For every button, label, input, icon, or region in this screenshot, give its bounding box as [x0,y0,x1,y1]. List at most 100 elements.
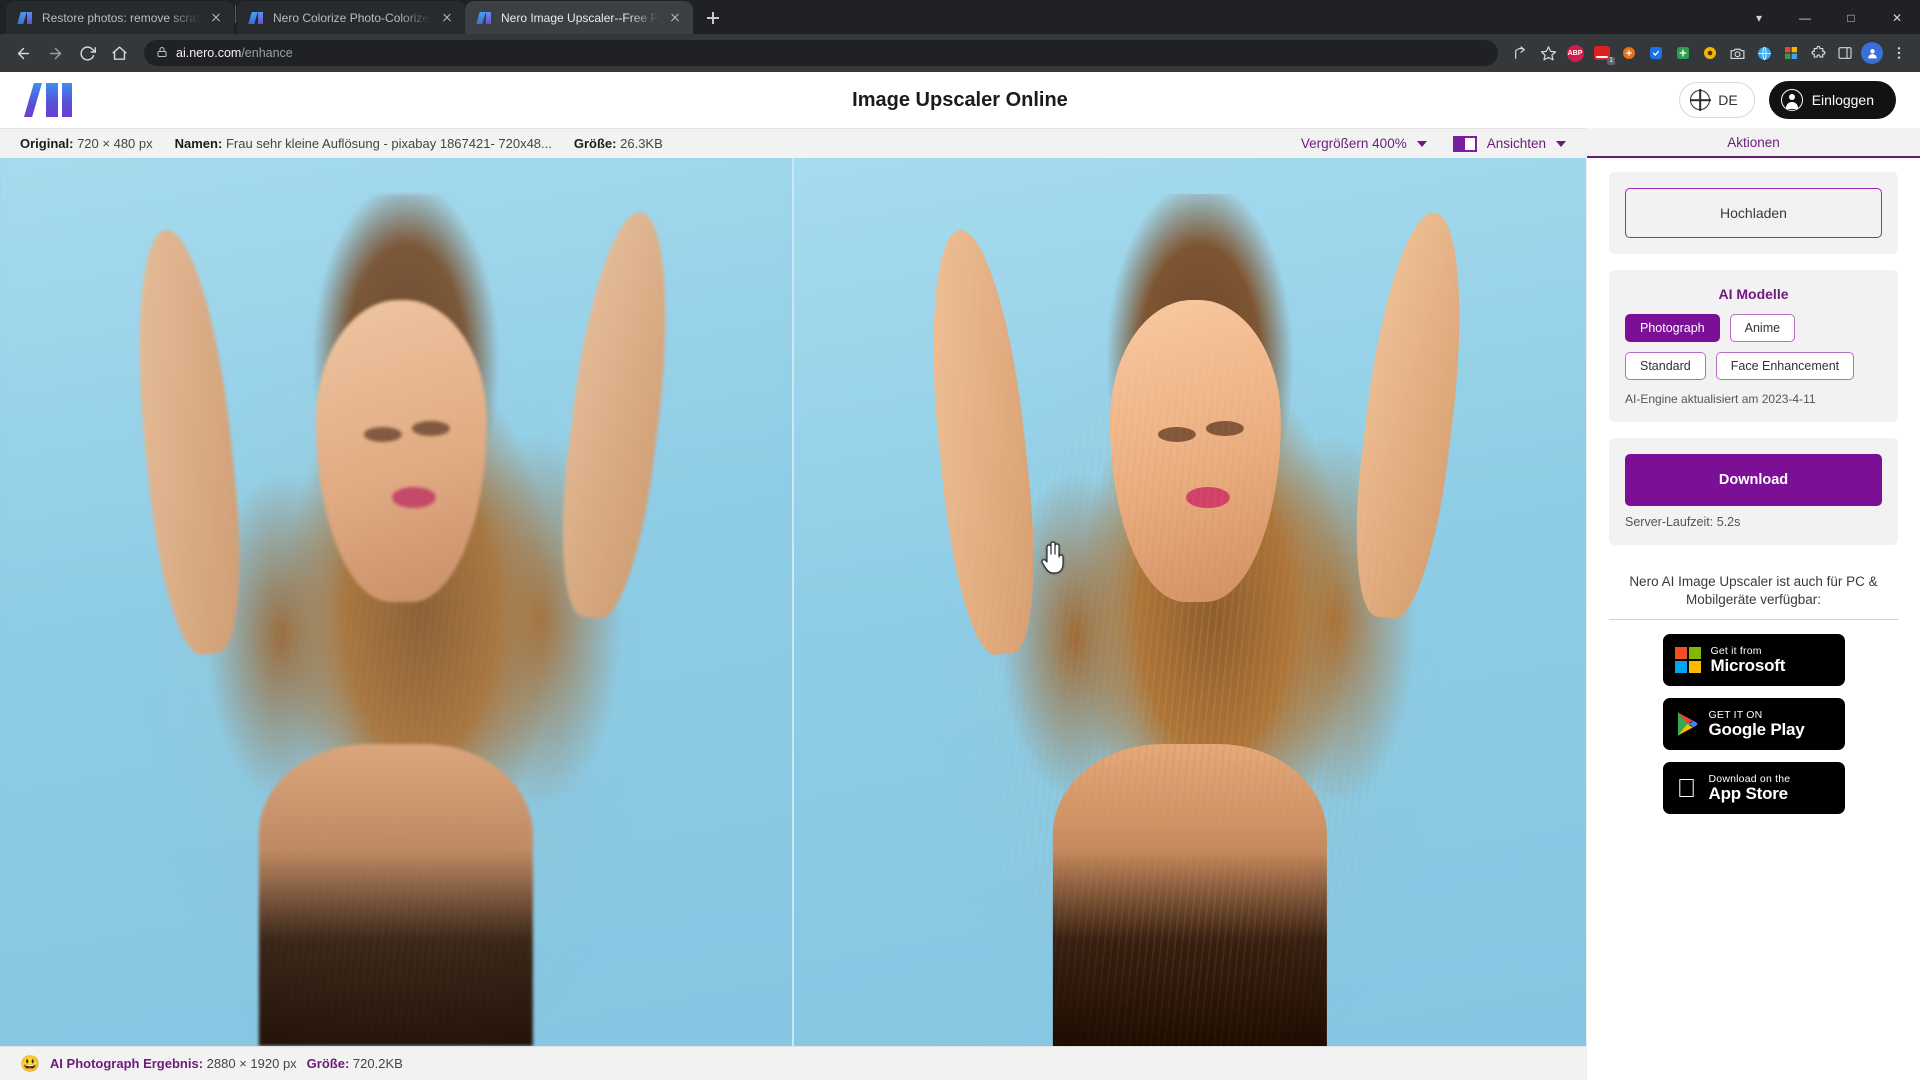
zoom-dropdown[interactable]: Vergrößern 400% [1301,136,1427,151]
result-size-info: Größe: 720.2KB [307,1056,403,1071]
yellow-extension-icon[interactable] [1697,40,1723,66]
google-play-button[interactable]: GET IT ON Google Play [1662,698,1845,751]
browser-tab-2[interactable]: Nero Colorize Photo-Colorize Yo [237,1,465,34]
original-image-pane[interactable] [0,158,792,1046]
window-controls: ▾ — □ ✕ [1736,1,1920,34]
tab-search-icon[interactable]: ▾ [1736,1,1782,34]
minimize-button[interactable]: — [1782,1,1828,34]
chrome-menu-icon[interactable] [1886,40,1912,66]
new-tab-button[interactable] [699,4,727,32]
red-extension-icon[interactable]: 1 [1589,40,1615,66]
page-content: Image Upscaler Online DE Einloggen Origi… [0,72,1920,1080]
green-extension-icon[interactable] [1670,40,1696,66]
tab-strip: Restore photos: remove scratche Nero Col… [0,0,1920,34]
orange-extension-icon[interactable] [1616,40,1642,66]
zoom-label: Vergrößern 400% [1300,136,1407,151]
tab-divider [235,5,236,23]
address-bar[interactable]: ai.nero.com/enhance [144,40,1498,66]
reload-icon[interactable] [72,38,102,68]
close-window-button[interactable]: ✕ [1874,1,1920,34]
upscaled-image-pane[interactable] [794,158,1586,1046]
language-selector[interactable]: DE [1679,82,1755,118]
app-promo-section: Nero AI Image Upscaler ist auch für PC &… [1587,545,1920,815]
bookmark-star-icon[interactable] [1535,40,1561,66]
microsoft-store-button[interactable]: Get it from Microsoft [1662,634,1845,687]
name-value: Frau sehr kleine Auflösung - pixabay 186… [225,136,552,151]
ai-models-card: AI Modelle Photograph Anime Standard Fac… [1609,270,1898,422]
microsoft-logo-icon [1674,647,1701,674]
abp-extension-icon[interactable]: ABP [1562,40,1588,66]
back-icon[interactable] [8,38,38,68]
grid-extension-icon[interactable] [1778,40,1804,66]
url-domain: ai.nero.com [176,46,242,60]
page-title: Image Upscaler Online [852,88,1068,111]
close-icon[interactable] [208,10,224,26]
name-label: Namen: [174,136,223,151]
result-status-bar: 😃 AI Photograph Ergebnis: 2880 × 1920 px… [0,1046,1586,1080]
original-label: Original: [20,136,74,151]
promo-text: Nero AI Image Upscaler ist auch für PC &… [1629,574,1878,608]
maximize-button[interactable]: □ [1828,1,1874,34]
toolbar-right-icons: ABP 1 [1508,40,1912,66]
app-store-button[interactable]:  Download on the App Store [1662,762,1845,815]
language-label: DE [1718,92,1738,108]
size-info: Größe: 26.3KB [574,136,663,151]
size-label: Größe: [573,136,617,151]
split-view-icon [1452,135,1477,152]
forward-icon[interactable] [40,38,70,68]
server-runtime-label: Server-Laufzeit: 5.2s [1625,515,1741,529]
blue-extension-icon[interactable] [1643,40,1669,66]
nero-ai-logo-icon[interactable] [24,83,78,117]
upscaled-image [904,158,1477,1046]
camera-extension-icon[interactable] [1724,40,1750,66]
share-icon[interactable] [1508,40,1534,66]
close-icon[interactable] [667,10,683,26]
browser-tab-3[interactable]: Nero Image Upscaler--Free Photo [465,1,693,34]
smiley-icon: 😃 [20,1055,40,1073]
image-info-bar: Original: 720 × 480 px Namen: Frau sehr … [0,128,1586,158]
views-label: Ansichten [1486,136,1546,151]
badge-count: 1 [1607,57,1615,65]
view-controls: Vergrößern 400% Ansichten [1301,135,1566,152]
workspace: Original: 720 × 480 px Namen: Frau sehr … [0,128,1920,1080]
original-info: Original: 720 × 480 px [20,136,153,151]
views-dropdown[interactable]: Ansichten [1452,135,1566,152]
url-text: ai.nero.com/enhance [176,46,293,60]
profile-avatar[interactable] [1859,40,1885,66]
login-label: Einloggen [1811,92,1874,108]
close-icon[interactable] [439,10,455,26]
ai-models-title: AI Modelle [1718,286,1789,302]
upload-button[interactable]: Hochladen [1625,188,1882,238]
file-name-info: Namen: Frau sehr kleine Auflösung - pixa… [175,136,552,151]
globe-icon [1690,90,1711,110]
google-play-logo-icon [1675,711,1699,737]
original-value: 720 × 480 px [77,136,153,151]
store-big-label: Microsoft [1710,656,1786,676]
image-compare-canvas[interactable] [0,158,1586,1046]
puzzle-extension-icon[interactable] [1805,40,1831,66]
model-chip-anime[interactable]: Anime [1729,314,1796,342]
engine-update-note: AI-Engine aktualisiert am 2023-4-11 [1625,392,1816,406]
chevron-down-icon [1556,140,1566,147]
sidepanel-icon[interactable] [1832,40,1858,66]
model-chip-standard[interactable]: Standard [1625,352,1706,380]
tab-aktionen[interactable]: Aktionen [1587,128,1920,158]
store-buttons: Get it from Microsoft GET IT ON Google P… [1609,634,1898,815]
browser-tab-1[interactable]: Restore photos: remove scratche [6,1,234,34]
login-button[interactable]: Einloggen [1768,81,1896,119]
result-size-value: 720.2KB [352,1056,403,1071]
result-size-label: Größe: [306,1056,350,1071]
size-value: 26.3KB [620,136,663,151]
app-header: Image Upscaler Online DE Einloggen [0,72,1920,128]
result-info: AI Photograph Ergebnis: 2880 × 1920 px [50,1056,297,1071]
download-button[interactable]: Download [1625,454,1882,506]
model-chip-photograph[interactable]: Photograph [1625,314,1720,342]
tab-title: Nero Colorize Photo-Colorize Yo [273,10,431,25]
sidebar-body: Hochladen AI Modelle Photograph Anime St… [1587,158,1920,545]
tab-title: Restore photos: remove scratche [42,10,200,25]
store-big-label: App Store [1708,784,1789,804]
home-icon[interactable] [104,38,134,68]
model-chip-face-enhancement[interactable]: Face Enhancement [1715,352,1855,380]
globe-extension-icon[interactable] [1751,40,1777,66]
tab-title: Nero Image Upscaler--Free Photo [501,10,659,25]
